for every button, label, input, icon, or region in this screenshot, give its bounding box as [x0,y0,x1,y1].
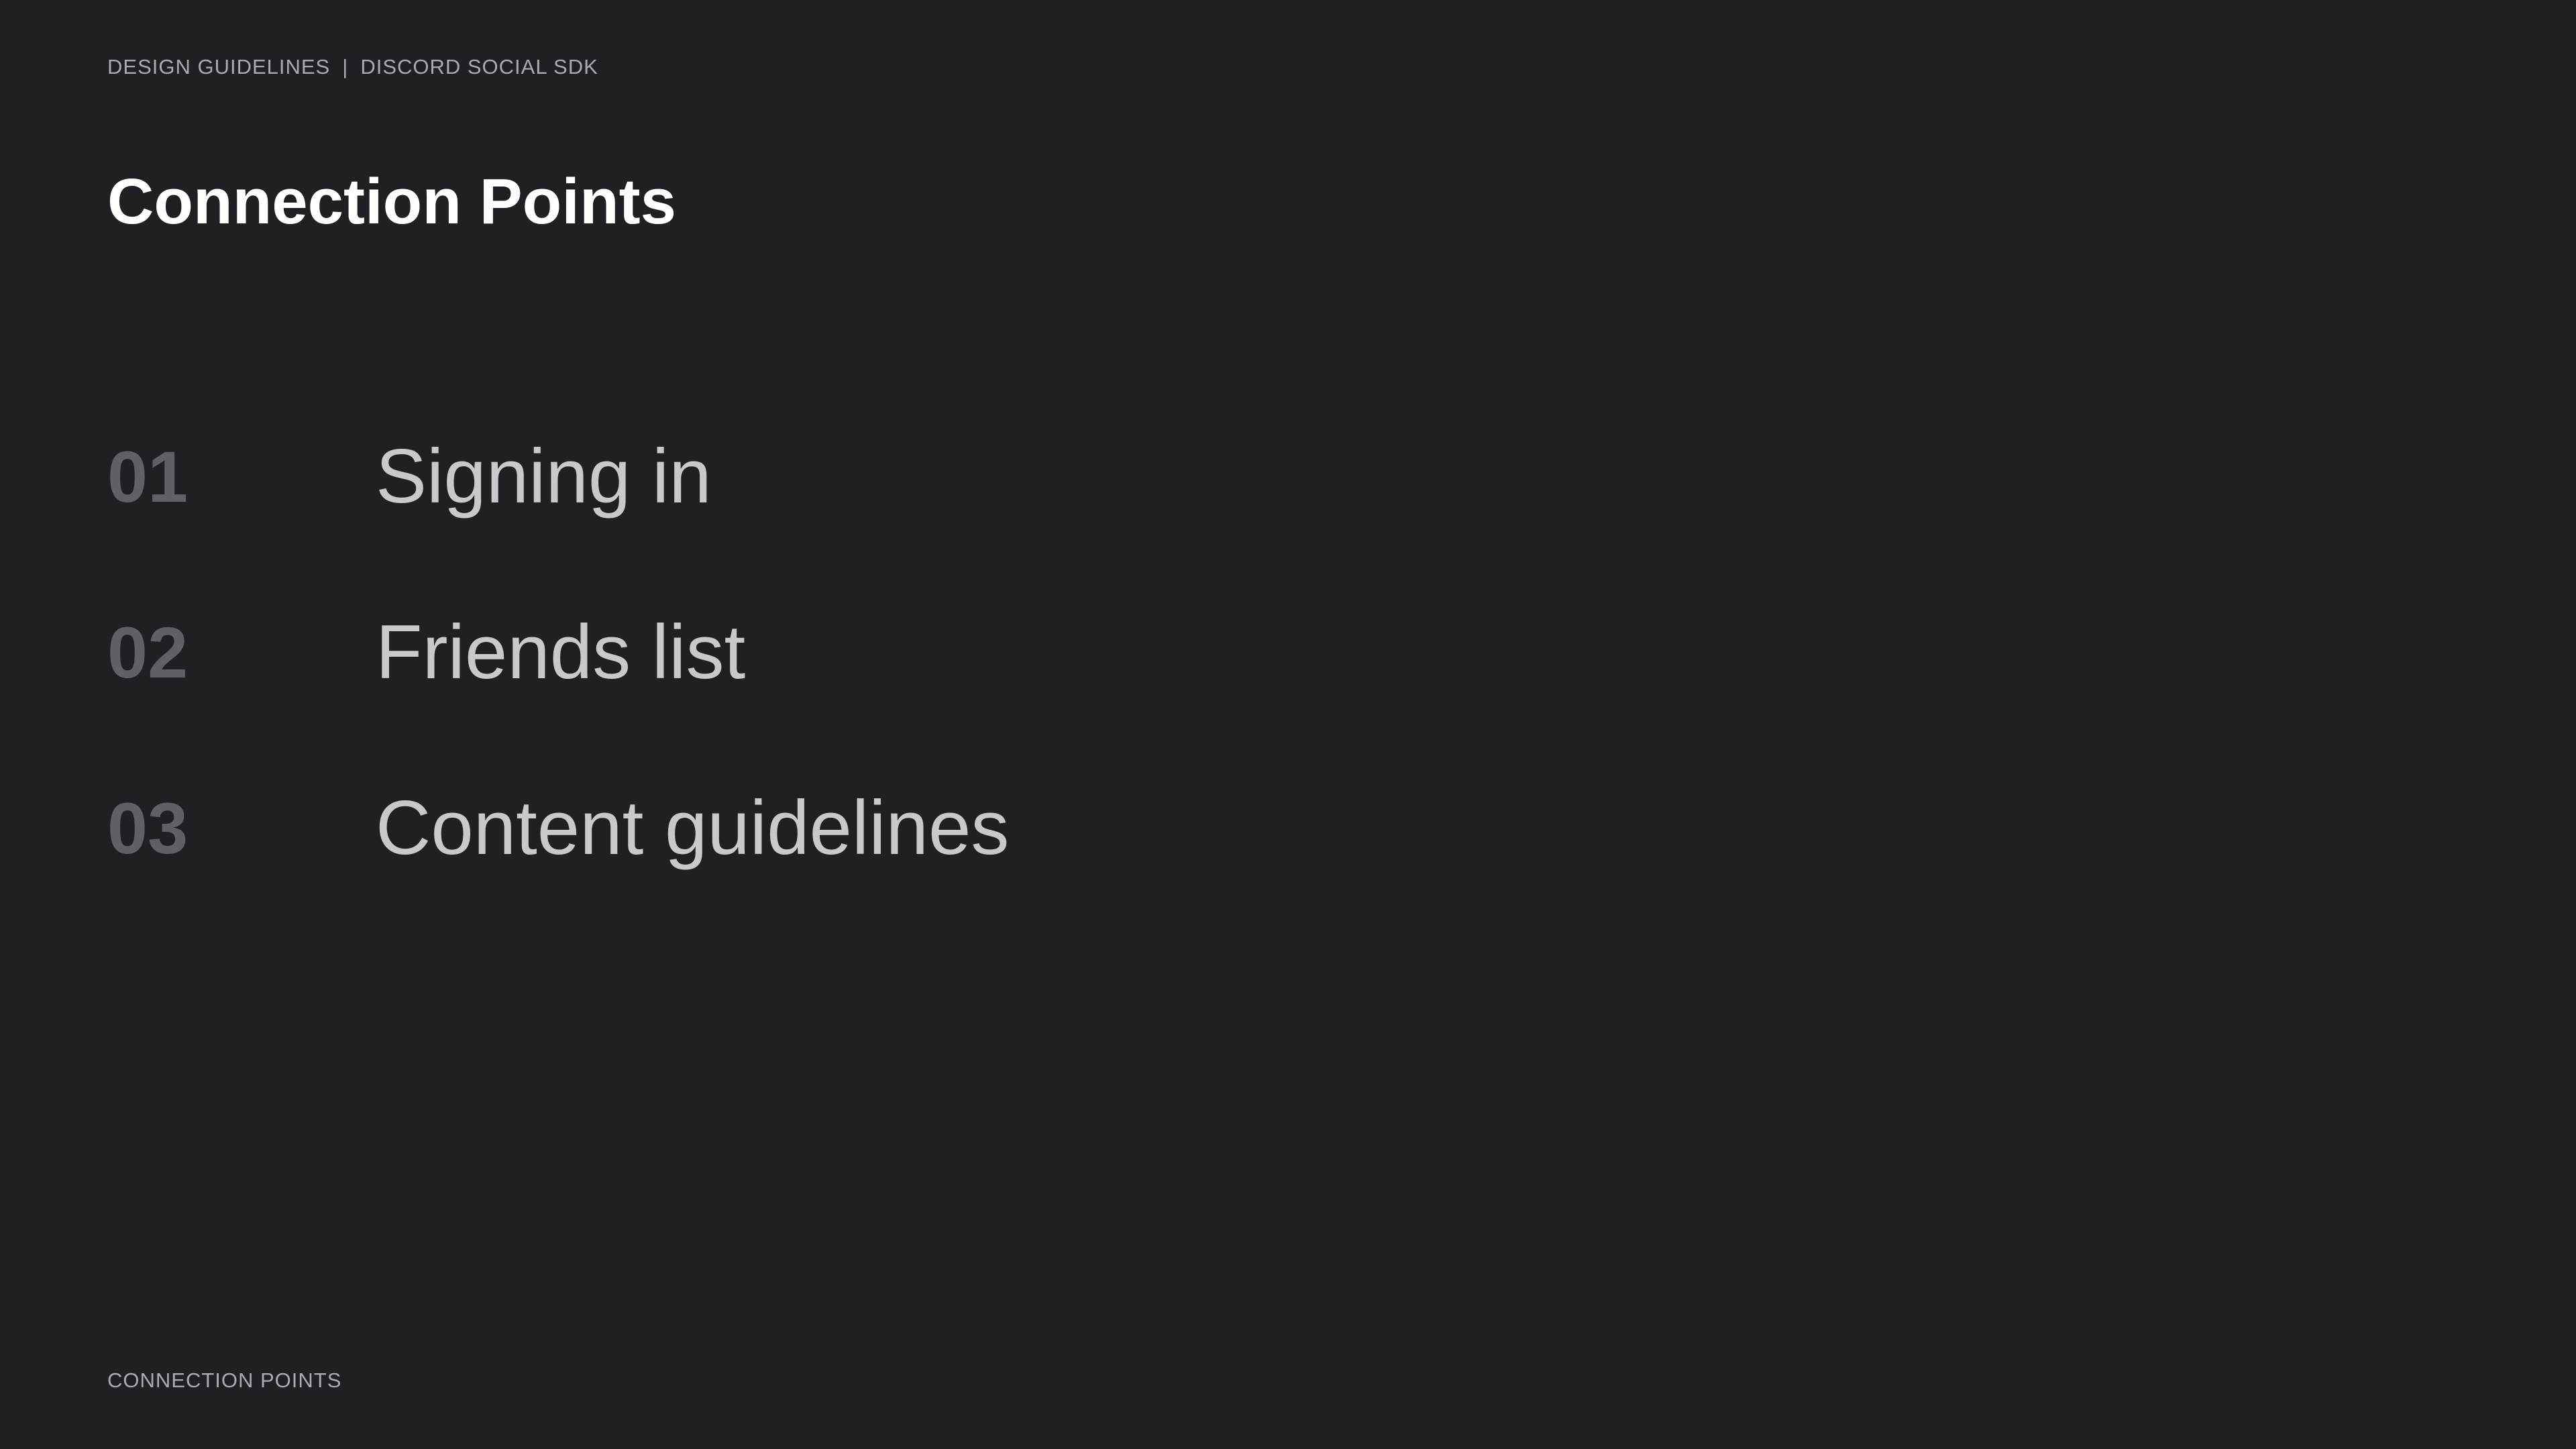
toc-item-number: 03 [107,788,189,869]
page-title: Connection Points [107,166,676,237]
breadcrumb-separator: | [342,55,349,78]
footer-section-label: CONNECTION POINTS [107,1368,342,1392]
toc-item-friends-list: 02 Friends list [107,565,1315,741]
toc-item-number: 01 [107,436,189,517]
breadcrumb-secondary: DISCORD SOCIAL SDK [360,55,598,78]
toc-item-signing-in: 01 Signing in [107,389,1315,565]
breadcrumb-primary: DESIGN GUIDELINES [107,55,331,78]
table-of-contents: 01 Signing in 02 Friends list 03 Content… [107,389,1315,916]
toc-item-content-guidelines: 03 Content guidelines [107,741,1315,916]
toc-item-number: 02 [107,612,189,693]
toc-item-label: Content guidelines [376,786,1010,871]
toc-item-label: Friends list [376,610,746,695]
breadcrumb: DESIGN GUIDELINES | DISCORD SOCIAL SDK [107,55,598,79]
slide-page: DESIGN GUIDELINES | DISCORD SOCIAL SDK C… [0,0,2576,1449]
toc-item-label: Signing in [376,434,712,519]
